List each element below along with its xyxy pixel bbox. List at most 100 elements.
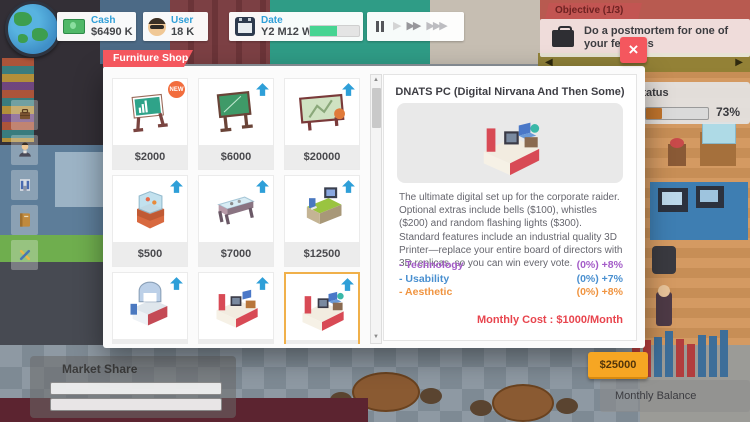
user-value: 18 K	[171, 26, 194, 38]
balance-bar	[665, 331, 673, 377]
tools-icon	[15, 245, 35, 265]
cafeteria-table	[492, 384, 554, 422]
user-label: User	[171, 15, 194, 26]
stat-row: - Technology (0%) +8%	[399, 259, 623, 273]
stat-value: (0%) +8%	[577, 286, 623, 300]
week-progress-track	[309, 25, 360, 37]
stat-name: - Technology	[399, 259, 464, 273]
shop-item-fishtank-small[interactable]: $500	[112, 175, 188, 267]
sidebar-button-journal[interactable]	[11, 205, 38, 235]
fishtank	[702, 122, 736, 144]
market-share-panel: Market Share	[30, 356, 236, 418]
shop-item-bigscreen[interactable]: $20000	[284, 78, 360, 170]
objective-next-button[interactable]: ▶	[735, 57, 743, 68]
fastest-forward-button[interactable]: ▶▶▶	[426, 21, 445, 32]
stat-row: - Aesthetic (0%) +8%	[399, 286, 623, 300]
shop-item-desk-red[interactable]	[198, 272, 274, 344]
background-window	[55, 152, 103, 207]
upgrade-arrow-icon	[340, 277, 355, 297]
monitor-screen	[700, 190, 718, 202]
shop-item-whiteboard[interactable]: NEW $2000	[112, 78, 188, 170]
balance-bar	[654, 337, 662, 377]
sidebar-button-employee[interactable]	[11, 135, 38, 165]
upgrade-arrow-icon	[169, 276, 184, 296]
objective-text: Do a postmortem for one of your features	[584, 25, 742, 51]
person	[656, 292, 672, 326]
item-price: $12500	[285, 242, 359, 266]
status-progress-fill	[646, 108, 662, 119]
buy-button[interactable]: $25000	[588, 352, 648, 379]
game-screen: { "topbar": { "cash": {"label": "Cash", …	[0, 0, 750, 422]
item-price: $2000	[113, 145, 187, 169]
shop-item-fishtank-long[interactable]: $7000	[198, 175, 274, 267]
scroll-down-arrow-icon[interactable]: ▼	[371, 332, 381, 343]
monthly-balance-chart	[632, 324, 748, 377]
shop-item-desk-blue[interactable]	[112, 272, 188, 344]
item-price: $6000	[199, 145, 273, 169]
office-chair	[652, 246, 676, 274]
item-monthly-cost: Monthly Cost : $1000/Month	[477, 314, 623, 326]
briefcase-icon	[15, 105, 35, 125]
shop-item-desk-green[interactable]: $12500	[284, 175, 360, 267]
stat-row: - Usability (0%) +7%	[399, 273, 623, 287]
item-price	[113, 339, 187, 344]
user-icon	[148, 18, 166, 36]
sidebar-button-machine[interactable]	[11, 170, 38, 200]
date-panel: Date Y2 M12 W	[229, 12, 363, 41]
chair	[470, 400, 492, 416]
chair	[556, 398, 578, 414]
market-share-track-blue	[50, 382, 222, 395]
shop-item-desk-dnats[interactable]	[284, 272, 360, 344]
balance-bar	[720, 330, 728, 377]
close-icon[interactable]: ×	[620, 37, 647, 63]
scrollbar-thumb[interactable]	[372, 88, 381, 128]
stat-name: - Usability	[399, 273, 449, 287]
monitor-screen	[662, 192, 682, 205]
play-button[interactable]: ▶	[393, 21, 399, 32]
item-detail-panel: DNATS PC (Digital Nirvana And Then Some)…	[383, 74, 637, 341]
item-stats: - Technology (0%) +8%- Usability (0%) +7…	[399, 259, 623, 300]
monthly-balance-label-panel: Monthly Balance	[600, 380, 750, 412]
item-price: $20000	[285, 145, 359, 169]
item-title: DNATS PC (Digital Nirvana And Then Some)	[384, 86, 636, 98]
briefcase-icon	[552, 30, 574, 47]
item-price	[199, 339, 273, 344]
balance-bar	[709, 336, 717, 377]
status-progress-track	[645, 107, 709, 120]
stat-value: (0%) +8%	[577, 259, 623, 273]
item-price: $7000	[199, 242, 273, 266]
cash-value: $6490 K	[91, 26, 133, 38]
item-price	[286, 340, 358, 344]
new-badge: NEW	[168, 81, 185, 98]
user-panel: User 18 K	[143, 12, 208, 41]
upgrade-arrow-icon	[341, 179, 356, 199]
item-price: $500	[113, 242, 187, 266]
week-progress-fill	[310, 26, 337, 36]
monthly-balance-label: Monthly Balance	[615, 390, 696, 402]
furniture-shop-title-tab[interactable]: Furniture Shop	[103, 50, 193, 67]
item-preview-image	[397, 103, 623, 183]
fast-forward-button[interactable]: ▶▶	[406, 21, 419, 32]
desk-dnats-icon	[456, 108, 564, 178]
person-head	[658, 285, 670, 297]
shop-scrollbar[interactable]: ▲ ▼	[370, 74, 382, 344]
plant	[670, 138, 684, 148]
date-label: Date	[261, 15, 312, 26]
minimap-globe[interactable]	[5, 1, 61, 57]
shop-item-chalkboard[interactable]: $6000	[198, 78, 274, 170]
upgrade-arrow-icon	[255, 276, 270, 296]
scroll-up-arrow-icon[interactable]: ▲	[371, 75, 381, 86]
calendar-icon	[235, 17, 255, 36]
cash-panel: Cash $6490 K	[57, 12, 136, 41]
upgrade-arrow-icon	[169, 179, 184, 199]
balance-bar	[698, 335, 706, 377]
objective-header: Objective (1/3)	[545, 3, 642, 19]
pause-button[interactable]	[376, 21, 386, 32]
market-share-track-red	[50, 398, 222, 411]
market-share-title: Market Share	[62, 362, 137, 376]
sidebar-button-briefcase[interactable]	[11, 100, 38, 130]
balance-bar	[676, 339, 684, 377]
sidebar-button-tools[interactable]	[11, 240, 38, 270]
stat-name: - Aesthetic	[399, 286, 452, 300]
journal-icon	[15, 210, 35, 230]
